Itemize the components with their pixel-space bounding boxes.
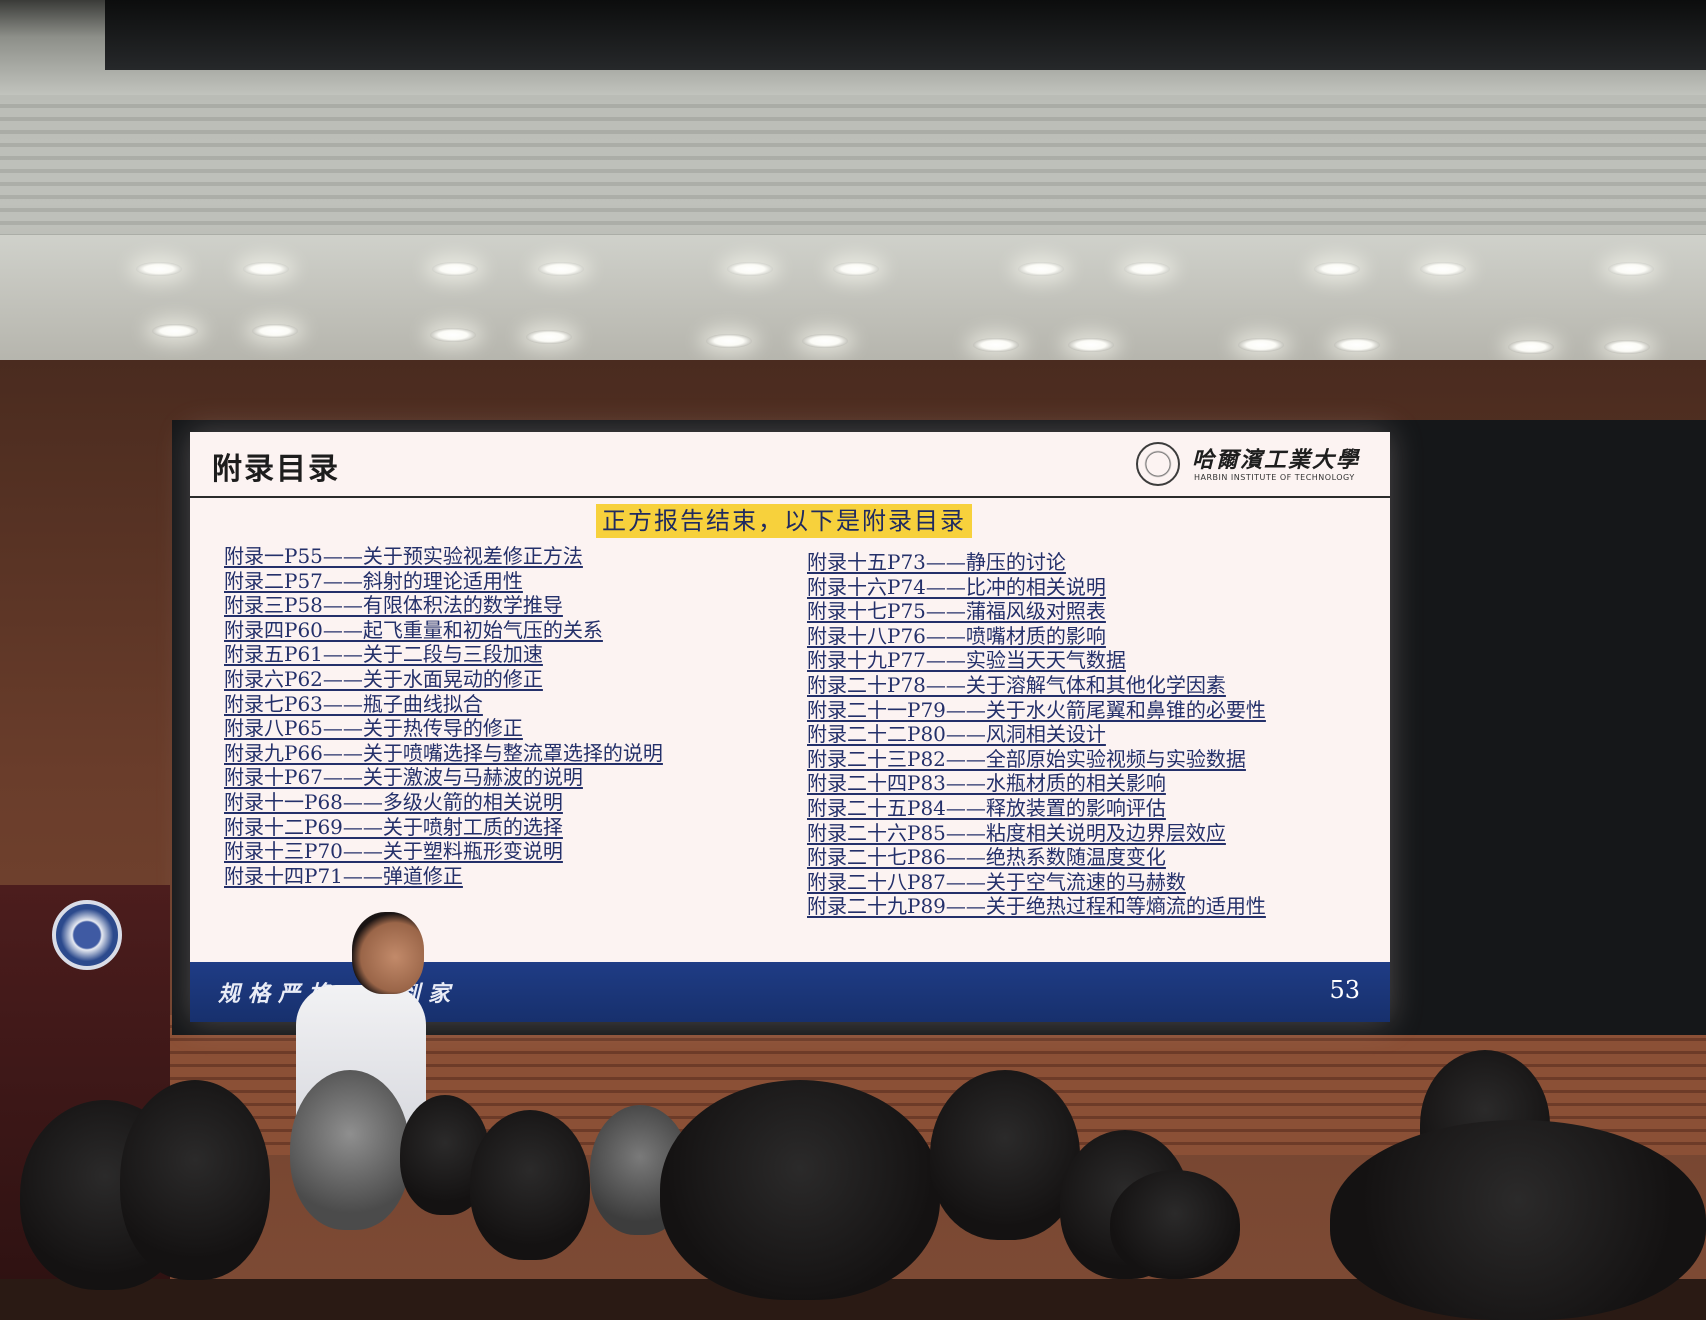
appendix-link[interactable]: 附录二P57——斜射的理论适用性: [224, 569, 663, 594]
ceiling-vent: [0, 95, 1706, 235]
appendix-link[interactable]: 附录三P58——有限体积法的数学推导: [224, 593, 663, 618]
appendix-link[interactable]: 附录二十三P82——全部原始实验视频与实验数据: [807, 747, 1266, 772]
appendix-link[interactable]: 附录二十二P80——风洞相关设计: [807, 722, 1266, 747]
ceiling-light: [152, 324, 198, 338]
university-emblem-icon: [1136, 442, 1180, 486]
appendix-link[interactable]: 附录十九P77——实验当天天气数据: [807, 648, 1266, 673]
university-name: 哈爾濱工業大學: [1192, 447, 1361, 473]
appendix-link[interactable]: 附录五P61——关于二段与三段加速: [224, 642, 663, 667]
audience-head: [470, 1110, 590, 1260]
slide-page-number: 53: [1329, 976, 1360, 1004]
ceiling-light: [252, 324, 298, 338]
appendix-link[interactable]: 附录十四P71——弹道修正: [224, 864, 663, 889]
appendix-list-left: 附录一P55——关于预实验视差修正方法 附录二P57——斜射的理论适用性 附录三…: [224, 544, 663, 888]
ceiling-light: [833, 262, 879, 276]
audience: [0, 1040, 1706, 1320]
ceiling-light: [973, 338, 1019, 352]
ceiling-light: [136, 262, 182, 276]
appendix-link[interactable]: 附录十一P68——多级火箭的相关说明: [224, 790, 663, 815]
ceiling-light: [1608, 262, 1654, 276]
ceiling-light: [430, 328, 476, 342]
appendix-link[interactable]: 附录十P67——关于激波与马赫波的说明: [224, 765, 663, 790]
lectern-seal-icon: [52, 900, 122, 970]
ceiling-light: [1604, 340, 1650, 354]
university-logo: 哈爾濱工業大學 HARBIN INSTITUTE OF TECHNOLOGY: [1136, 442, 1376, 488]
highlight-banner: 正方报告结束，以下是附录目录: [596, 504, 972, 538]
audience-head: [930, 1070, 1080, 1240]
slide-title: 附录目录: [212, 452, 340, 487]
appendix-link[interactable]: 附录九P66——关于喷嘴选择与整流罩选择的说明: [224, 741, 663, 766]
appendix-link[interactable]: 附录十二P69——关于喷射工质的选择: [224, 815, 663, 840]
appendix-link[interactable]: 附录二十六P85——粘度相关说明及边界层效应: [807, 821, 1266, 846]
appendix-link[interactable]: 附录二十一P79——关于水火箭尾翼和鼻锥的必要性: [807, 698, 1266, 723]
ceiling-light: [1420, 262, 1466, 276]
ceiling-light: [1314, 262, 1360, 276]
appendix-link[interactable]: 附录二十P78——关于溶解气体和其他化学因素: [807, 673, 1266, 698]
ceiling-light: [1508, 340, 1554, 354]
ceiling-light: [1334, 338, 1380, 352]
audience-head: [1110, 1170, 1240, 1279]
ceiling-beam: [105, 0, 1706, 70]
appendix-link[interactable]: 附录四P60——起飞重量和初始气压的关系: [224, 618, 663, 643]
ceiling-light: [538, 262, 584, 276]
appendix-link[interactable]: 附录六P62——关于水面晃动的修正: [224, 667, 663, 692]
appendix-link[interactable]: 附录十六P74——比冲的相关说明: [807, 575, 1266, 600]
ceiling-light: [727, 262, 773, 276]
appendix-link[interactable]: 附录十八P76——喷嘴材质的影响: [807, 624, 1266, 649]
audience-head: [120, 1080, 270, 1280]
university-name-english: HARBIN INSTITUTE OF TECHNOLOGY: [1194, 473, 1355, 482]
ceiling-light: [802, 334, 848, 348]
appendix-link[interactable]: 附录二十七P86——绝热系数随温度变化: [807, 845, 1266, 870]
appendix-link[interactable]: 附录十七P75——蒲福风级对照表: [807, 599, 1266, 624]
ceiling-light: [1018, 262, 1064, 276]
ceiling-light: [1124, 262, 1170, 276]
appendix-link[interactable]: 附录二十五P84——释放装置的影响评估: [807, 796, 1266, 821]
audience-head: [290, 1070, 410, 1230]
appendix-link[interactable]: 附录十三P70——关于塑料瓶形变说明: [224, 839, 663, 864]
audience-head: [660, 1080, 940, 1300]
appendix-link[interactable]: 附录二十九P89——关于绝热过程和等熵流的适用性: [807, 894, 1266, 919]
presenter-head: [352, 912, 424, 994]
ceiling-light: [526, 330, 572, 344]
ceiling: [0, 0, 1706, 370]
appendix-link[interactable]: 附录七P63——瓶子曲线拟合: [224, 692, 663, 717]
appendix-link[interactable]: 附录一P55——关于预实验视差修正方法: [224, 544, 663, 569]
appendix-link[interactable]: 附录八P65——关于热传导的修正: [224, 716, 663, 741]
appendix-link[interactable]: 附录二十四P83——水瓶材质的相关影响: [807, 771, 1266, 796]
audience-head: [1330, 1120, 1706, 1320]
ceiling-light: [432, 262, 478, 276]
ceiling-light: [1068, 338, 1114, 352]
appendix-link[interactable]: 附录十五P73——静压的讨论: [807, 550, 1266, 575]
slide-header: 附录目录 哈爾濱工業大學 HARBIN INSTITUTE OF TECHNOL…: [190, 432, 1390, 498]
ceiling-light: [1238, 338, 1284, 352]
ceiling-light: [706, 334, 752, 348]
appendix-list-right: 附录十五P73——静压的讨论 附录十六P74——比冲的相关说明 附录十七P75—…: [807, 550, 1266, 919]
ceiling-light: [243, 262, 289, 276]
appendix-link[interactable]: 附录二十八P87——关于空气流速的马赫数: [807, 870, 1266, 895]
